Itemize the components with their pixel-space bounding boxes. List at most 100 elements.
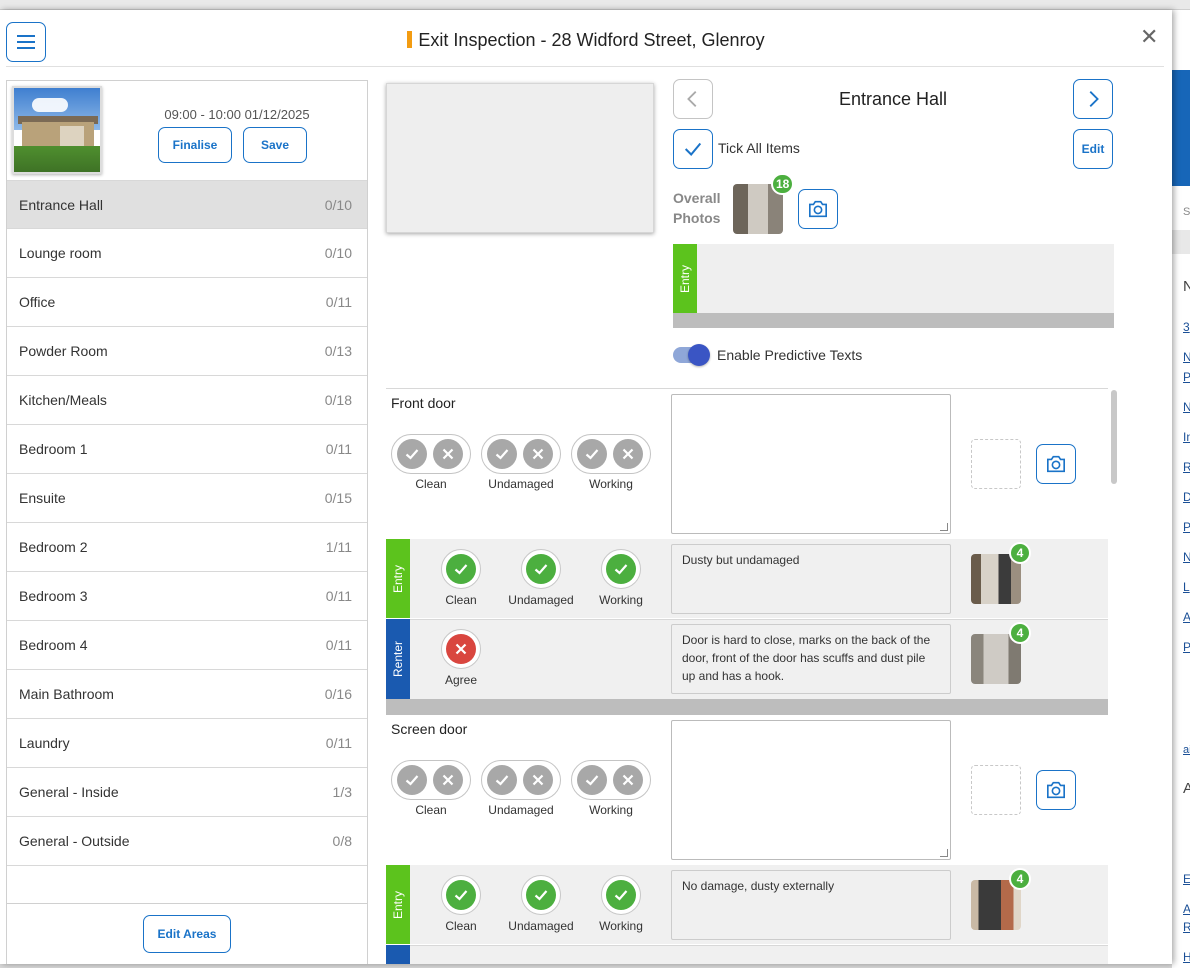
item-footer-bar [386, 699, 1108, 715]
check-icon[interactable] [487, 439, 517, 469]
close-icon[interactable] [433, 765, 463, 795]
area-photo-placeholder[interactable] [386, 83, 654, 233]
background-link: N [1183, 400, 1190, 414]
background-link: R [1183, 460, 1190, 474]
background-link: N [1183, 550, 1190, 564]
area-list-item[interactable]: Powder Room 0/13 [7, 327, 367, 376]
area-count: 0/16 [324, 686, 352, 702]
items-scrollbar[interactable] [1111, 390, 1117, 484]
area-list-item[interactable]: Kitchen/Meals 0/18 [7, 376, 367, 425]
area-count: 0/11 [325, 588, 352, 604]
add-overall-photo-button[interactable] [798, 189, 838, 229]
area-list-item[interactable]: General - Outside 0/8 [7, 817, 367, 866]
condition-label: Undamaged [488, 477, 554, 491]
predictive-text-toggle[interactable] [673, 344, 710, 366]
background-text: Ne [1183, 278, 1190, 295]
entry-tag-label: Entry [678, 264, 693, 293]
area-list-item[interactable]: Bedroom 3 0/11 [7, 572, 367, 621]
browser-top-strip [0, 0, 1190, 10]
area-name: General - Inside [19, 784, 119, 800]
renter-tag-label: Renter [391, 640, 405, 678]
condition-label: Working [589, 803, 633, 817]
property-thumbnail[interactable] [12, 86, 102, 174]
entry-comment: No damage, dusty externally [671, 870, 951, 940]
overall-photos-label-line1: Overall [673, 190, 721, 206]
area-count: 0/10 [324, 245, 352, 261]
add-photo-button[interactable] [1036, 770, 1076, 810]
entry-condition-label: Working [599, 593, 643, 607]
chevron-left-icon [687, 91, 697, 107]
close-icon[interactable] [433, 439, 463, 469]
area-count: 0/11 [325, 637, 352, 653]
area-list-item[interactable]: Laundry 0/11 [7, 719, 367, 768]
area-list-item[interactable]: Bedroom 2 1/11 [7, 523, 367, 572]
check-icon[interactable] [487, 765, 517, 795]
area-list-item[interactable]: Office 0/11 [7, 278, 367, 327]
area-name: Ensuite [19, 490, 66, 506]
overall-photos-label-line2: Photos [673, 210, 721, 226]
finalise-button[interactable]: Finalise [158, 127, 232, 163]
condition-label: Clean [415, 477, 447, 491]
tick-all-button[interactable] [673, 129, 713, 169]
background-link: E [1183, 872, 1190, 886]
area-list-item[interactable]: General - Inside 1/3 [7, 768, 367, 817]
tick-all-label: Tick All Items [718, 140, 800, 156]
area-list-item[interactable]: Lounge room 0/10 [7, 229, 367, 278]
area-list-item[interactable]: Ensuite 0/15 [7, 474, 367, 523]
check-icon [526, 880, 556, 910]
check-icon[interactable] [397, 765, 427, 795]
add-photo-button[interactable] [1036, 444, 1076, 484]
photo-count-badge: 4 [1009, 868, 1031, 890]
renter-agree-indicator [441, 629, 481, 669]
renter-comment: Door is hard to close, marks on the back… [671, 624, 951, 694]
photo-placeholder[interactable] [971, 765, 1021, 815]
item-comment-input[interactable] [671, 720, 951, 860]
close-icon[interactable]: ✕ [1140, 26, 1158, 48]
background-link: P [1183, 640, 1190, 654]
check-icon[interactable] [577, 439, 607, 469]
header-divider [6, 66, 1164, 67]
camera-icon [809, 200, 827, 218]
area-name: Bedroom 1 [19, 441, 88, 457]
overall-photos-label: Overall Photos [673, 188, 720, 228]
check-icon[interactable] [577, 765, 607, 795]
item-comment-input[interactable] [671, 394, 951, 534]
prev-area-button[interactable] [673, 79, 713, 119]
background-link: A [1183, 902, 1190, 916]
area-list-item[interactable]: Main Bathroom 0/16 [7, 670, 367, 719]
area-name: Powder Room [19, 343, 108, 359]
entry-tag: Entry [673, 244, 697, 313]
check-icon[interactable] [397, 439, 427, 469]
background-text: Sea [1183, 206, 1190, 218]
close-icon[interactable] [523, 439, 553, 469]
edit-areas-button[interactable]: Edit Areas [143, 915, 231, 953]
photo-count-badge: 18 [771, 173, 795, 195]
photo-count-badge: 4 [1009, 542, 1031, 564]
close-icon[interactable] [613, 439, 643, 469]
condition-toggle-group [571, 760, 651, 800]
resize-handle[interactable] [940, 849, 948, 857]
area-list-item[interactable]: Entrance Hall 0/10 [7, 180, 367, 229]
condition-toggle-group [571, 434, 651, 474]
area-list-item[interactable]: Bedroom 4 0/11 [7, 621, 367, 670]
background-link: H [1183, 950, 1190, 964]
renter-agree-label: Agree [444, 673, 478, 687]
save-button[interactable]: Save [243, 127, 307, 163]
close-icon[interactable] [613, 765, 643, 795]
edit-area-button[interactable]: Edit [1073, 129, 1113, 169]
background-link: L [1183, 580, 1190, 594]
condition-toggle-group [481, 434, 561, 474]
check-icon [606, 880, 636, 910]
condition-label: Undamaged [488, 803, 554, 817]
camera-icon [1047, 455, 1065, 473]
photo-placeholder[interactable] [971, 439, 1021, 489]
items-divider [386, 388, 1108, 389]
resize-handle[interactable] [940, 523, 948, 531]
background-link: P [1183, 520, 1190, 534]
background-link: A [1183, 610, 1190, 624]
next-area-button[interactable] [1073, 79, 1113, 119]
background-link: D [1183, 490, 1190, 504]
area-count: 0/11 [325, 735, 352, 751]
close-icon[interactable] [523, 765, 553, 795]
area-list-item[interactable]: Bedroom 1 0/11 [7, 425, 367, 474]
